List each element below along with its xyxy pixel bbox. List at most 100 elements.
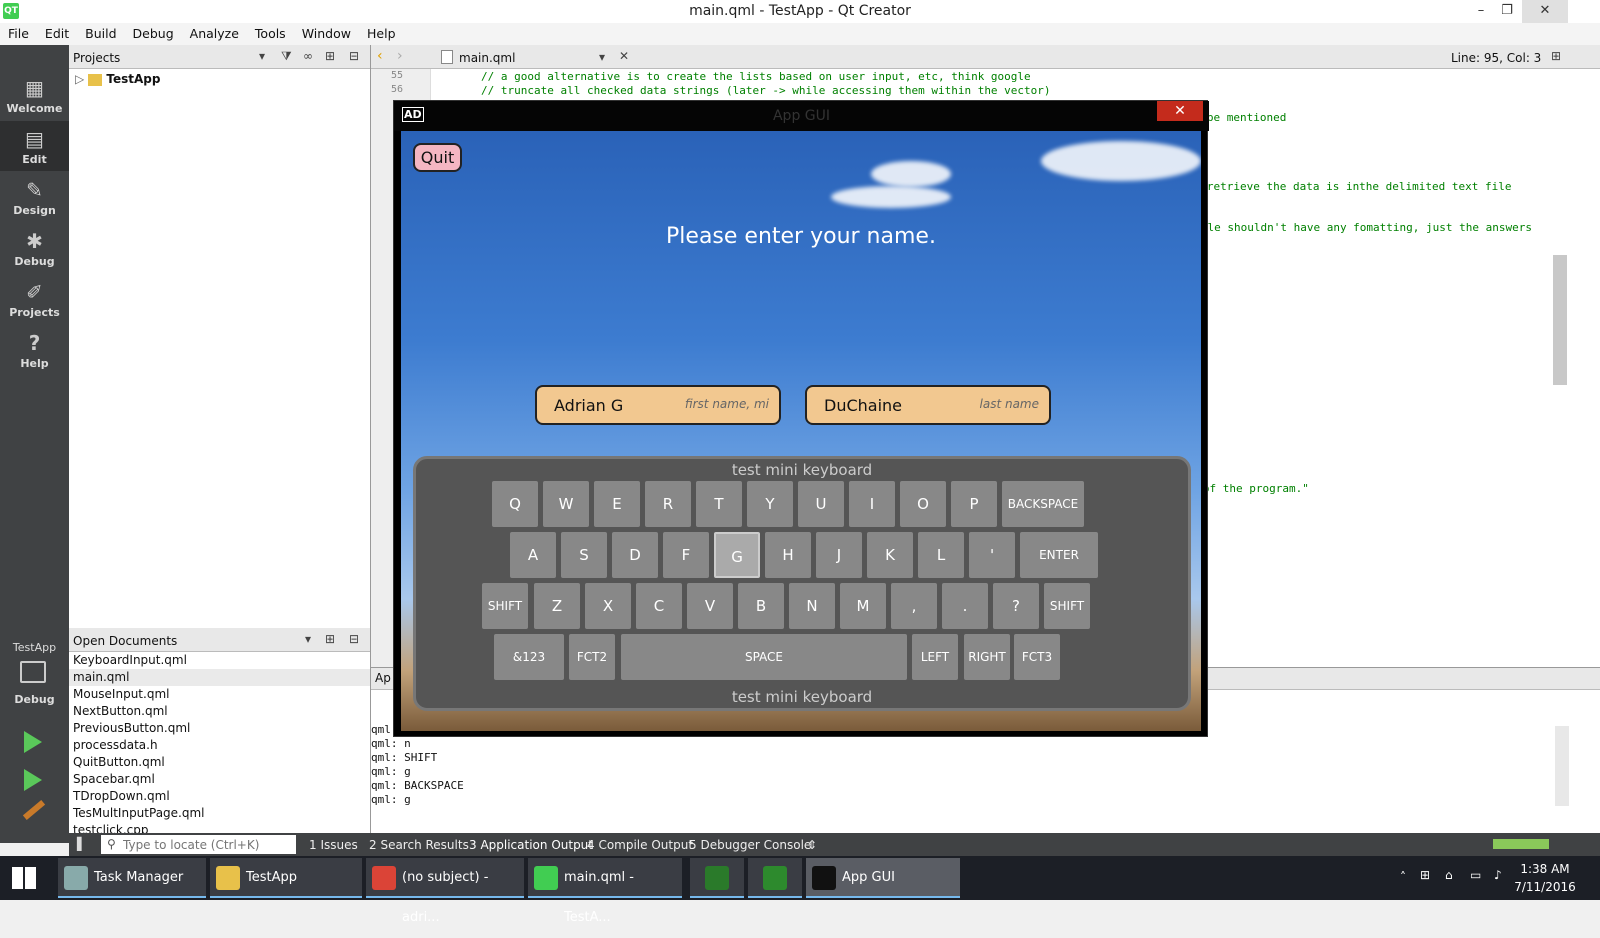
- clock-time[interactable]: 1:38 AM: [1510, 862, 1580, 876]
- key-u[interactable]: U: [798, 481, 844, 527]
- key-sym28[interactable]: ,: [891, 583, 937, 629]
- mode-welcome[interactable]: ▦ Welcome: [0, 70, 69, 120]
- kit-project[interactable]: TestApp: [0, 641, 69, 654]
- key-q[interactable]: Q: [492, 481, 538, 527]
- open-document-item[interactable]: MouseInput.qml: [69, 686, 370, 703]
- key-f[interactable]: F: [663, 532, 709, 578]
- key-shift[interactable]: SHIFT: [1044, 583, 1090, 629]
- key-a[interactable]: A: [510, 532, 556, 578]
- key-o[interactable]: O: [900, 481, 946, 527]
- more-tabs-icon[interactable]: ⇕: [807, 838, 817, 852]
- key-left[interactable]: LEFT: [912, 634, 958, 680]
- build-hammer-icon[interactable]: [22, 799, 46, 821]
- editor-scrollbar[interactable]: [1553, 255, 1567, 385]
- open-document-item[interactable]: NextButton.qml: [69, 703, 370, 720]
- open-document-item[interactable]: Spacebar.qml: [69, 771, 370, 788]
- key-v[interactable]: V: [687, 583, 733, 629]
- menu-build[interactable]: Build: [77, 23, 124, 44]
- close-pane-icon[interactable]: ⊟: [349, 49, 359, 63]
- key-j[interactable]: J: [816, 532, 862, 578]
- expand-arrow-icon[interactable]: ▷: [75, 72, 88, 86]
- tab-issues[interactable]: 1 Issues: [309, 838, 358, 852]
- chevron-down-icon[interactable]: ▾: [599, 50, 605, 64]
- open-document-item[interactable]: TDropDown.qml: [69, 788, 370, 805]
- split-icon[interactable]: ⊞: [325, 49, 335, 63]
- key-sym29[interactable]: .: [942, 583, 988, 629]
- key-l[interactable]: L: [918, 532, 964, 578]
- menu-help[interactable]: Help: [359, 23, 404, 44]
- taskbar-item[interactable]: (no subject) - adri...: [366, 858, 524, 925]
- key-enter[interactable]: ENTER: [1020, 532, 1098, 578]
- key-sym19[interactable]: ': [969, 532, 1015, 578]
- key-backspace[interactable]: BACKSPACE: [1002, 481, 1084, 527]
- tab-debugger-console[interactable]: 5 Debugger Console: [689, 838, 811, 852]
- debug-run-icon[interactable]: [24, 769, 42, 791]
- locate-input[interactable]: [101, 835, 296, 854]
- quit-button[interactable]: Quit: [413, 143, 462, 172]
- clock-date[interactable]: 7/11/2016: [1510, 880, 1580, 894]
- windows-start-icon[interactable]: [12, 867, 36, 889]
- tray-chevron-icon[interactable]: ˄: [1400, 870, 1406, 884]
- first-name-field[interactable]: Adrian G first name, mi: [535, 385, 781, 425]
- project-tree-root[interactable]: ▷ TestApp: [75, 72, 160, 86]
- tab-compile-output[interactable]: 4 Compile Output: [587, 838, 693, 852]
- key-n[interactable]: N: [789, 583, 835, 629]
- battery-icon[interactable]: ▭: [1470, 868, 1481, 882]
- volume-icon[interactable]: ♪: [1494, 868, 1502, 882]
- taskbar-item[interactable]: App GUI: [806, 858, 960, 898]
- key-r[interactable]: R: [645, 481, 691, 527]
- menu-file[interactable]: File: [0, 23, 37, 44]
- menu-window[interactable]: Window: [294, 23, 359, 44]
- key-b[interactable]: B: [738, 583, 784, 629]
- key-p[interactable]: P: [951, 481, 997, 527]
- windows-icon[interactable]: ⊞: [1420, 868, 1430, 882]
- open-document-item[interactable]: QuitButton.qml: [69, 754, 370, 771]
- back-arrow-icon[interactable]: ‹: [377, 48, 383, 64]
- key-sym210[interactable]: ?: [993, 583, 1039, 629]
- key-123[interactable]: &123: [494, 634, 564, 680]
- mode-edit[interactable]: ▤ Edit: [0, 121, 69, 171]
- last-name-field[interactable]: DuChaine last name: [805, 385, 1051, 425]
- key-shift[interactable]: SHIFT: [482, 583, 528, 629]
- key-e[interactable]: E: [594, 481, 640, 527]
- close-document-icon[interactable]: ✕: [619, 49, 629, 63]
- key-fct3[interactable]: FCT3: [1014, 634, 1060, 680]
- key-k[interactable]: K: [867, 532, 913, 578]
- taskbar-item[interactable]: Task Manager: [58, 858, 206, 898]
- menu-analyze[interactable]: Analyze: [182, 23, 247, 44]
- split-icon[interactable]: ⊞: [325, 632, 335, 646]
- close-icon[interactable]: ✕: [1522, 0, 1568, 23]
- cursor-position[interactable]: Line: 95, Col: 3: [1451, 51, 1541, 65]
- key-w[interactable]: W: [543, 481, 589, 527]
- key-t[interactable]: T: [696, 481, 742, 527]
- mode-projects[interactable]: ✐ Projects: [0, 274, 69, 324]
- key-m[interactable]: M: [840, 583, 886, 629]
- mode-debug[interactable]: ✱ Debug: [0, 223, 69, 273]
- menu-tools[interactable]: Tools: [247, 23, 294, 44]
- run-icon[interactable]: [24, 731, 42, 753]
- app-close-icon[interactable]: ✕: [1157, 101, 1203, 121]
- close-pane-icon[interactable]: ⊟: [349, 632, 359, 646]
- key-x[interactable]: X: [585, 583, 631, 629]
- open-document-item[interactable]: KeyboardInput.qml: [69, 652, 370, 669]
- open-document-item[interactable]: main.qml: [69, 669, 370, 686]
- key-d[interactable]: D: [612, 532, 658, 578]
- taskbar-item[interactable]: [748, 858, 802, 898]
- key-h[interactable]: H: [765, 532, 811, 578]
- open-document-item[interactable]: PreviousButton.qml: [69, 720, 370, 737]
- chevron-down-icon[interactable]: ▾: [259, 49, 265, 63]
- taskbar-item[interactable]: TestApp: [210, 858, 362, 898]
- toggle-sidebar-icon[interactable]: ▌: [77, 837, 86, 851]
- output-scrollbar[interactable]: [1555, 726, 1569, 806]
- split-icon[interactable]: ⊞: [1551, 49, 1561, 63]
- key-fct2[interactable]: FCT2: [569, 634, 615, 680]
- mode-design[interactable]: ✎ Design: [0, 172, 69, 222]
- chevron-down-icon[interactable]: ▾: [305, 632, 311, 646]
- open-document-item[interactable]: TesMultInputPage.qml: [69, 805, 370, 822]
- key-z[interactable]: Z: [534, 583, 580, 629]
- filter-icon[interactable]: ⧩: [281, 49, 292, 64]
- network-icon[interactable]: ⌂: [1445, 868, 1453, 882]
- key-right[interactable]: RIGHT: [964, 634, 1010, 680]
- monitor-icon[interactable]: [20, 661, 46, 683]
- forward-arrow-icon[interactable]: ›: [397, 48, 403, 64]
